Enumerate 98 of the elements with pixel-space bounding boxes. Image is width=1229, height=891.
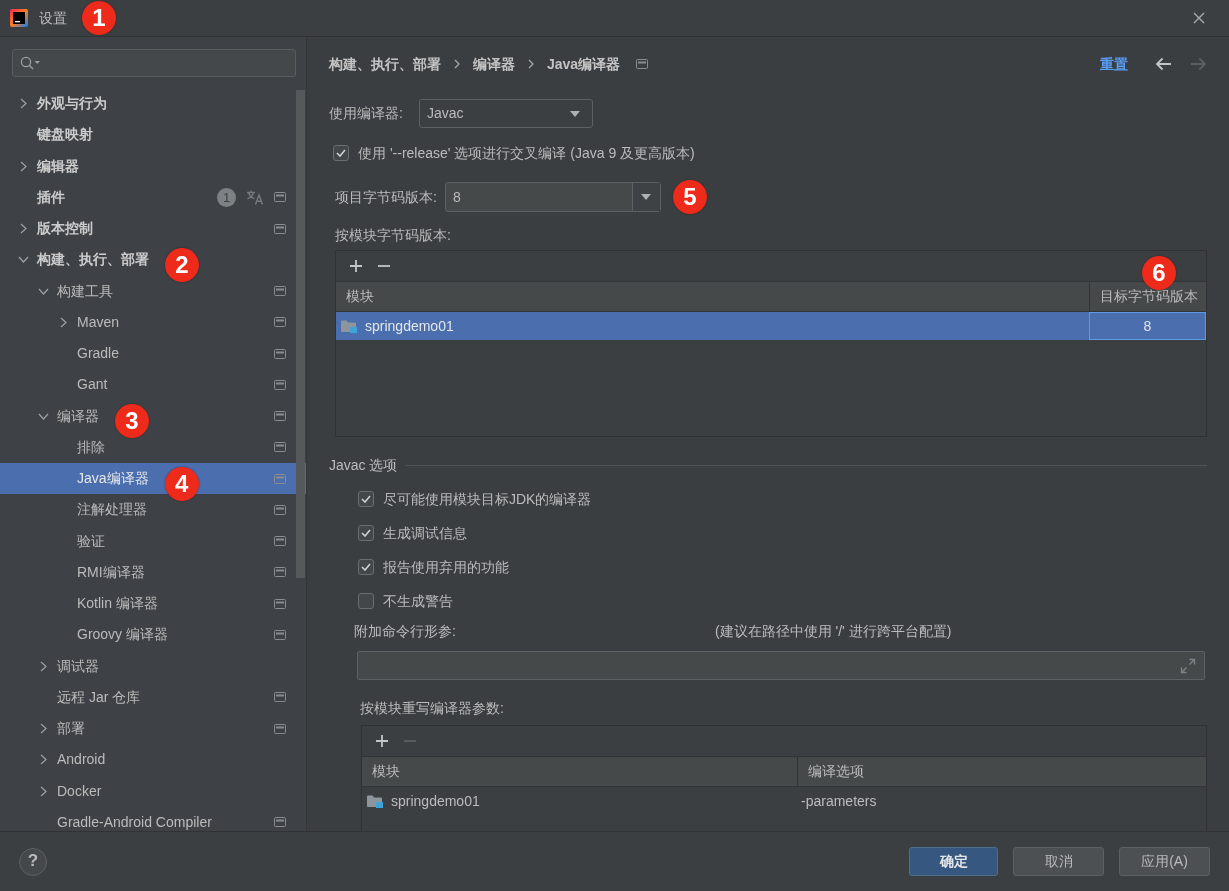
chevron-right-icon[interactable] (20, 223, 27, 235)
tree-item[interactable]: Maven (56, 313, 120, 331)
chevron-right-icon[interactable] (60, 316, 67, 328)
step-marker: 6 (1142, 256, 1176, 290)
column-header: 编译选项 (808, 763, 864, 780)
expand-icon[interactable] (1180, 657, 1196, 674)
field-label: 按模块字节码版本: (335, 226, 451, 244)
checkbox-label: 尽可能使用模块目标JDK的编译器 (383, 490, 592, 508)
column-header: 模块 (372, 763, 400, 780)
tree-item[interactable]: 调试器 (36, 657, 99, 675)
module-name: springdemo01 (365, 317, 454, 335)
chevron-right-icon[interactable] (40, 660, 47, 672)
check-icon (361, 529, 371, 537)
tree-item[interactable]: 远程 Jar 仓库 (36, 688, 141, 706)
tree-item[interactable]: Android (36, 751, 106, 769)
hint-text: (建议在路径中使用 '/' 进行跨平台配置) (715, 622, 952, 640)
column-header: 目标字节码版本 (1100, 288, 1198, 305)
add-icon[interactable] (376, 735, 388, 747)
checkbox[interactable] (358, 491, 374, 507)
chevron-right-icon[interactable] (20, 98, 27, 110)
chevron-right-icon[interactable] (20, 160, 27, 172)
checkbox-label: 生成调试信息 (383, 524, 467, 542)
check-icon (361, 495, 371, 503)
window-title: 设置 (39, 9, 67, 27)
count-badge: 1 (217, 187, 236, 207)
folder-icon (367, 794, 383, 808)
dropdown-arrow-icon (569, 110, 580, 117)
checkbox[interactable] (358, 593, 374, 609)
tree-item[interactable]: 版本控制 (16, 220, 93, 237)
breadcrumb-item[interactable]: 编译器 (473, 55, 515, 73)
field-label: 项目字节码版本: (335, 188, 437, 206)
module-name: springdemo01 (391, 792, 480, 810)
tree-item[interactable]: Gant (56, 376, 108, 394)
scrollbar-thumb[interactable] (296, 90, 305, 578)
tree-item[interactable]: 注解处理器 (56, 501, 147, 519)
step-marker: 2 (165, 247, 199, 282)
table-row[interactable]: springdemo01 -parameters (362, 787, 1206, 815)
tree-item[interactable]: 外观与行为 (16, 95, 107, 112)
step-marker: 3 (115, 404, 149, 439)
search-field[interactable] (12, 49, 296, 77)
chevron-down-icon[interactable] (18, 256, 29, 264)
tree-item[interactable]: Gradle-Android Compiler (36, 813, 212, 831)
field-label: 按模块重写编译器参数: (360, 699, 504, 717)
app-logo-icon (10, 9, 28, 27)
compiler-dropdown[interactable]: Javac (418, 99, 593, 128)
target-version-field[interactable]: 8 (1089, 312, 1206, 340)
column-header: 模块 (346, 288, 374, 305)
folder-icon (341, 319, 357, 333)
tree-item[interactable]: 键盘映射 (16, 126, 93, 144)
tree-item[interactable]: 编辑器 (16, 157, 79, 175)
checkbox[interactable] (333, 145, 349, 161)
tree-item[interactable]: 插件 (16, 188, 65, 206)
reset-link[interactable]: 重置 (1100, 55, 1128, 73)
tree-item[interactable]: 构建工具 (36, 282, 113, 300)
checkbox-label: 使用 '--release' 选项进行交叉编译 (Java 9 及更高版本) (358, 144, 695, 162)
help-button[interactable]: ? (19, 847, 47, 876)
check-icon (336, 149, 346, 157)
apply-button[interactable]: 应用(A) (1119, 847, 1210, 876)
tree-item[interactable]: 排除 (56, 438, 105, 456)
tree-item[interactable]: 部署 (36, 720, 85, 737)
section-title: Javac 选项 (329, 456, 398, 474)
chevron-right-icon (454, 59, 460, 69)
search-icon (20, 56, 40, 70)
checkbox-label: 报告使用弃用的功能 (383, 558, 509, 576)
tree-item[interactable]: 验证 (56, 532, 105, 550)
chevron-right-icon (528, 59, 534, 69)
tree-item[interactable]: RMI编译器 (56, 563, 145, 581)
compiler-options-text: -parameters (801, 792, 877, 810)
step-marker: 5 (672, 180, 707, 214)
close-icon[interactable] (1193, 12, 1205, 24)
chevron-down-icon[interactable] (38, 412, 49, 420)
bytecode-version-combo[interactable]: 8 (444, 182, 661, 212)
ok-button[interactable]: 确定 (909, 847, 998, 876)
cancel-button[interactable]: 取消 (1013, 847, 1104, 876)
tree-item[interactable]: Gradle (56, 345, 120, 362)
chevron-down-icon[interactable] (38, 287, 49, 295)
chevron-right-icon[interactable] (40, 754, 47, 766)
tree-item[interactable]: Docker (36, 782, 102, 800)
breadcrumb-item[interactable]: Java编译器 (547, 55, 621, 73)
field-label: 使用编译器: (329, 105, 403, 122)
checkbox[interactable] (358, 525, 374, 541)
back-arrow-icon[interactable] (1155, 57, 1172, 71)
tree-item[interactable]: 构建、执行、部署 (16, 251, 149, 269)
input-field[interactable] (357, 651, 1205, 680)
add-icon[interactable] (350, 260, 362, 272)
tree-item[interactable]: Groovy 编译器 (56, 626, 168, 644)
checkbox[interactable] (358, 559, 374, 575)
table-row[interactable]: springdemo01 8 (336, 312, 1206, 340)
tree-item[interactable]: Kotlin 编译器 (56, 595, 158, 612)
checkbox-label: 不生成警告 (383, 592, 453, 610)
chevron-right-icon[interactable] (40, 785, 47, 797)
breadcrumb-item[interactable]: 构建、执行、部署 (329, 55, 441, 73)
tree-item[interactable]: 编译器 (36, 407, 99, 425)
field-label: 附加命令行形参: (354, 622, 457, 640)
dropdown-arrow-icon[interactable] (641, 194, 652, 200)
chevron-right-icon[interactable] (40, 723, 47, 735)
step-marker: 1 (82, 1, 116, 35)
check-icon (361, 563, 371, 571)
